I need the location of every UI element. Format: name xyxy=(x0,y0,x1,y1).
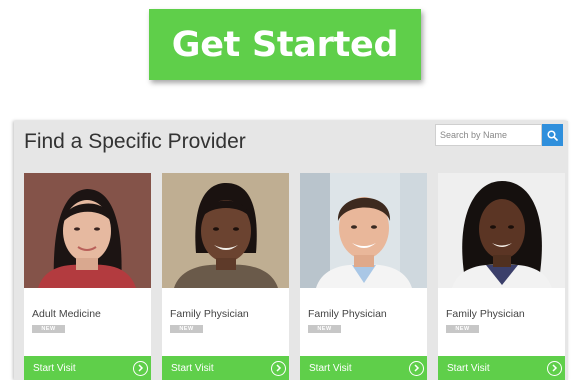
new-badge: NEW xyxy=(170,325,203,333)
page: Get Started Find a Specific Provider Sea… xyxy=(0,0,575,380)
start-visit-button[interactable]: Start Visit xyxy=(438,356,565,380)
new-badge: NEW xyxy=(308,325,341,333)
provider-photo xyxy=(438,173,565,288)
panel-title: Find a Specific Provider xyxy=(24,130,246,153)
provider-photo xyxy=(24,173,151,288)
search-button[interactable] xyxy=(542,124,563,146)
new-badge: NEW xyxy=(32,325,65,333)
search-box xyxy=(435,124,563,146)
new-badge: NEW xyxy=(446,325,479,333)
start-visit-button[interactable]: Start Visit xyxy=(300,356,427,380)
start-visit-button[interactable]: Start Visit xyxy=(162,356,289,380)
provider-panel: Find a Specific Provider Search by Name … xyxy=(14,121,568,380)
start-visit-label: Start Visit xyxy=(33,362,76,374)
provider-specialty: Adult Medicine xyxy=(32,308,101,320)
start-visit-button[interactable]: Start Visit xyxy=(24,356,151,380)
chevron-right-icon xyxy=(271,360,286,376)
provider-specialty: Family Physician xyxy=(170,308,249,320)
provider-photo xyxy=(162,173,289,288)
search-icon xyxy=(547,129,558,141)
provider-card[interactable]: Family Physician NEW Start Visit xyxy=(300,173,427,380)
start-visit-label: Start Visit xyxy=(447,362,490,374)
provider-card[interactable]: Family Physician NEW Start Visit xyxy=(162,173,289,380)
chevron-right-icon xyxy=(409,360,424,376)
provider-card[interactable]: Family Physician NEW Start Visit xyxy=(438,173,565,380)
start-visit-label: Start Visit xyxy=(309,362,352,374)
provider-specialty: Family Physician xyxy=(446,308,525,320)
chevron-right-icon xyxy=(547,360,562,376)
start-visit-label: Start Visit xyxy=(171,362,214,374)
provider-specialty: Family Physician xyxy=(308,308,387,320)
get-started-button[interactable]: Get Started xyxy=(149,9,421,80)
provider-photo xyxy=(300,173,427,288)
provider-card[interactable]: Adult Medicine NEW Start Visit xyxy=(24,173,151,380)
search-input[interactable] xyxy=(435,124,542,146)
chevron-right-icon xyxy=(133,360,148,376)
